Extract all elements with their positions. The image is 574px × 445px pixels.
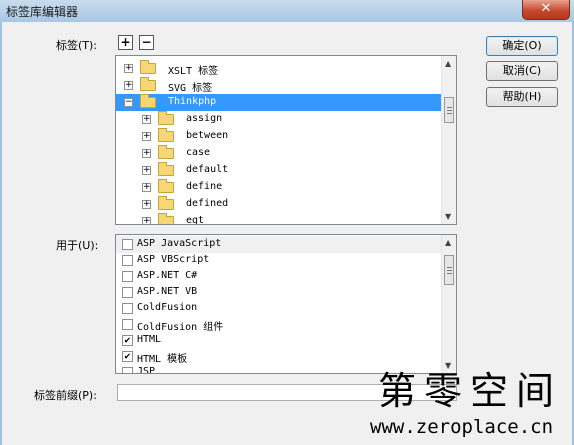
folder-icon (158, 196, 174, 210)
watermark-url: www.zeroplace.cn (370, 416, 554, 438)
used-for-label-text: JSP (137, 366, 156, 374)
tree-item[interactable]: + XSLT 标签 (116, 60, 442, 77)
tree-item-label: case (186, 147, 211, 158)
expand-icon[interactable]: + (142, 183, 151, 192)
used-for-label-text: HTML 模板 (137, 354, 188, 365)
tree-item-label: SVG 标签 (168, 83, 213, 94)
prefix-label: 标签前缀(P): (34, 389, 97, 402)
watermark-text: 第零空间 (378, 369, 563, 413)
cancel-button[interactable]: 取消(C) (486, 61, 558, 81)
checkbox[interactable] (122, 271, 133, 282)
plus-icon: + (120, 35, 131, 49)
tree-item[interactable]: − Thinkphp (116, 94, 442, 111)
minus-icon: − (141, 35, 152, 49)
used-for-item[interactable]: ASP VBScript (116, 252, 442, 269)
tree-item-label: between (186, 130, 229, 141)
tree-item-label: assign (186, 113, 223, 124)
close-icon: ✕ (540, 1, 552, 16)
folder-icon (158, 111, 174, 125)
tree-item[interactable]: + defined (116, 196, 442, 213)
used-for-item[interactable]: ✔ HTML (116, 332, 442, 349)
folder-icon (158, 145, 174, 159)
checkbox[interactable] (122, 367, 133, 373)
title-bar: 标签库编辑器 ✕ (0, 0, 574, 22)
scroll-up-icon[interactable]: ▲ (445, 59, 451, 68)
used-for-label-text: HTML (137, 334, 162, 345)
expand-icon[interactable]: + (142, 149, 151, 158)
expand-icon[interactable]: + (142, 132, 151, 141)
used-for-item[interactable]: ColdFusion (116, 300, 442, 317)
tree-item[interactable]: + define (116, 179, 442, 196)
close-button[interactable]: ✕ (522, 0, 570, 20)
folder-icon (158, 213, 174, 224)
expand-icon[interactable]: + (142, 166, 151, 175)
used-for-item[interactable]: ASP.NET VB (116, 284, 442, 301)
scroll-down-icon[interactable]: ▼ (445, 212, 451, 221)
used-for-label-text: ColdFusion 组件 (137, 322, 224, 333)
folder-icon (158, 162, 174, 176)
checkbox[interactable] (122, 319, 133, 330)
used-for-label: 用于(U): (56, 239, 99, 252)
used-for-label-text: ASP.NET VB (137, 286, 198, 297)
expand-icon[interactable]: + (142, 115, 151, 124)
add-tag-button[interactable]: + (118, 35, 133, 50)
tree-item[interactable]: + egt (116, 213, 442, 225)
tree-item[interactable]: + assign (116, 111, 442, 128)
tree-scrollbar[interactable]: ▲ ▼ (441, 56, 456, 224)
expand-icon[interactable]: + (124, 64, 133, 73)
used-for-list[interactable]: JSP ✔ HTML 模板 ✔ HTML ColdFusion 组件 ColdFusion A… (115, 234, 457, 374)
remove-tag-button[interactable]: − (139, 35, 154, 50)
used-for-item[interactable]: ColdFusion 组件 (116, 316, 442, 333)
tree-item[interactable]: + SVG 标签 (116, 77, 442, 94)
tree-item[interactable]: + between (116, 128, 442, 145)
tree-item-label: define (186, 181, 223, 192)
used-for-label-text: ASP JavaScript (137, 238, 222, 249)
checkbox[interactable]: ✔ (122, 335, 133, 346)
window-title: 标签库编辑器 (6, 5, 79, 19)
watermark: 第零空间 www.zeroplace.cn (360, 360, 574, 445)
checkbox[interactable] (122, 303, 133, 314)
expand-icon[interactable]: + (124, 81, 133, 90)
scroll-thumb[interactable] (444, 255, 454, 285)
checkbox[interactable] (122, 255, 133, 266)
list-scrollbar[interactable]: ▲ ▼ (441, 235, 456, 373)
checkbox[interactable]: ✔ (122, 351, 133, 362)
ok-button[interactable]: 确定(O) (486, 36, 558, 56)
folder-icon (140, 60, 156, 74)
collapse-icon[interactable]: − (124, 98, 133, 107)
scroll-up-icon[interactable]: ▲ (445, 238, 451, 247)
help-button[interactable]: 帮助(H) (486, 87, 558, 107)
expand-icon[interactable]: + (142, 217, 151, 224)
used-for-label-text: ColdFusion (137, 302, 198, 313)
folder-icon (140, 77, 156, 91)
checkbox[interactable] (122, 239, 133, 250)
used-for-item[interactable]: ASP JavaScript (116, 236, 442, 253)
expand-icon[interactable]: + (142, 200, 151, 209)
tree-item[interactable]: + case (116, 145, 442, 162)
folder-icon (158, 179, 174, 193)
tree-item-label: Thinkphp (168, 96, 217, 107)
folder-icon (140, 94, 156, 108)
tree-item-label: defined (186, 198, 229, 209)
tree-item[interactable]: + default (116, 162, 442, 179)
tree-item-label: default (186, 164, 229, 175)
folder-icon (158, 128, 174, 142)
tags-label: 标签(T): (56, 39, 98, 52)
checkbox[interactable] (122, 287, 133, 298)
used-for-item[interactable]: ASP.NET C# (116, 268, 442, 285)
used-for-label-text: ASP.NET C# (137, 270, 198, 281)
tree-item-label: XSLT 标签 (168, 66, 219, 77)
tag-tree[interactable]: + egt + defined + define + default + case + between… (115, 55, 457, 225)
tree-item-label: egt (186, 215, 205, 225)
scroll-thumb[interactable] (444, 97, 454, 123)
used-for-label-text: ASP VBScript (137, 254, 210, 265)
